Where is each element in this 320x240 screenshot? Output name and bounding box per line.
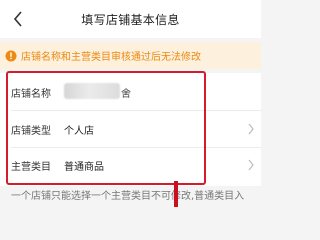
nav-header: 填写店铺基本信息: [0, 0, 261, 38]
main-category-label: 主营类目: [11, 161, 51, 173]
store-info-form: 店铺名称 舍 店铺类型 个人店 主营类目 普通商品: [0, 73, 261, 186]
divider: [11, 147, 261, 148]
divider: [11, 110, 261, 111]
store-name-blurred-value: [64, 83, 120, 99]
chevron-right-icon: [248, 159, 254, 171]
main-category-value: 普通商品: [64, 161, 104, 173]
store-name-row[interactable]: 店铺名称 舍: [0, 77, 261, 107]
notice-banner: 店铺名称和主营类目审核通过后无法修改: [0, 42, 261, 69]
main-category-row[interactable]: 主营类目 普通商品: [0, 150, 261, 180]
store-type-value: 个人店: [64, 125, 94, 137]
category-help-text: 一个店铺只能选择一个主营类目不可修改,普通类目入: [11, 191, 245, 202]
store-type-row[interactable]: 店铺类型 个人店: [0, 114, 261, 144]
store-name-label: 店铺名称: [11, 88, 51, 100]
chevron-right-icon: [248, 123, 254, 135]
notice-text: 店铺名称和主营类目审核通过后无法修改: [21, 52, 201, 63]
store-name-value-tail: 舍: [121, 88, 131, 100]
warning-circle-icon: [5, 50, 17, 61]
chevron-left-icon: [13, 11, 22, 27]
annotation-marker: [174, 181, 178, 207]
page-title: 填写店铺基本信息: [81, 12, 180, 27]
back-button[interactable]: [6, 5, 30, 33]
store-type-label: 店铺类型: [11, 125, 51, 137]
